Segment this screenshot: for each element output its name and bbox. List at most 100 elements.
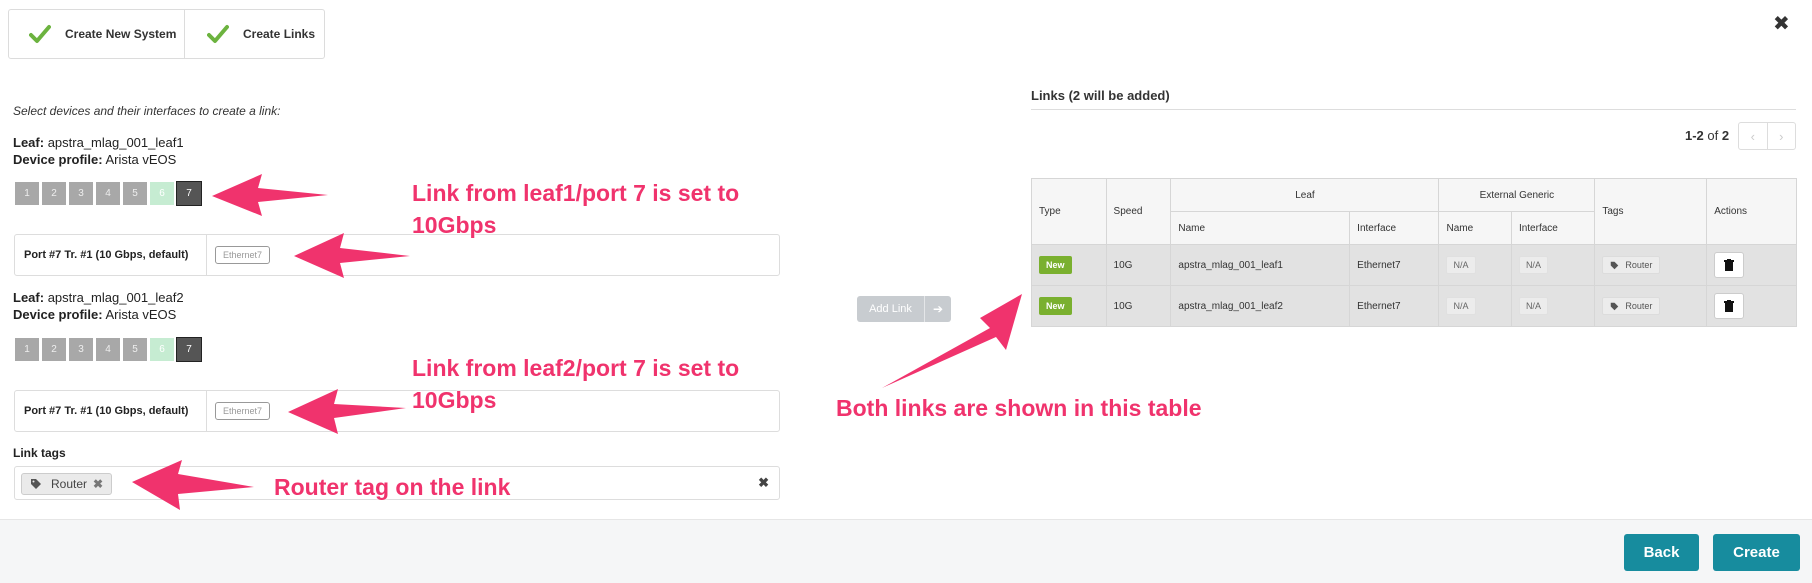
back-button[interactable]: Back: [1624, 534, 1699, 571]
footer-bar: [0, 519, 1812, 583]
step-label: Create Links: [243, 27, 316, 41]
table-row: New 10G apstra_mlag_001_leaf2 Ethernet7 …: [1031, 285, 1797, 327]
device-profile: Arista vEOS: [105, 152, 177, 167]
tag-chip: Router: [1602, 256, 1661, 274]
links-title: Links (2 will be added): [1031, 88, 1170, 103]
port-button[interactable]: 4: [95, 337, 121, 362]
pagination-controls: ‹ ›: [1738, 122, 1796, 150]
arrow-right-icon: ➔: [932, 302, 944, 316]
new-badge: New: [1039, 297, 1072, 315]
port-button[interactable]: 6: [149, 337, 175, 362]
header-tags: Tags: [1594, 178, 1708, 245]
header-type: Type: [1031, 178, 1107, 245]
header-actions: Actions: [1706, 178, 1797, 245]
add-link-label: Add Link: [857, 296, 925, 322]
role-label: Leaf:: [13, 135, 45, 150]
port-button-selected[interactable]: 7: [176, 337, 202, 362]
annotation-line: Link from leaf1/port 7 is set to: [412, 180, 740, 206]
header-leaf-interface: Interface: [1349, 211, 1440, 245]
port-button[interactable]: 5: [122, 337, 148, 362]
port-button[interactable]: 3: [68, 337, 94, 362]
port-button[interactable]: 5: [122, 181, 148, 206]
annotation-line: Link from leaf2/port 7 is set to: [412, 355, 740, 381]
cell-speed: 10G: [1105, 244, 1172, 286]
add-link-button[interactable]: Add Link ➔: [857, 296, 951, 322]
annotation-line: 10Gbps: [412, 387, 497, 413]
delete-button[interactable]: [1714, 252, 1745, 278]
cell-ext-interface: N/A: [1518, 256, 1548, 274]
chevron-right-icon[interactable]: ›: [1768, 123, 1796, 149]
header-leaf-name: Name: [1170, 211, 1351, 245]
port-selector-leaf2: 1 2 3 4 5 6 7: [14, 337, 203, 362]
interface-select[interactable]: Ethernet7: [215, 402, 271, 420]
port-button-selected[interactable]: 7: [176, 181, 202, 206]
step-label: Create New System: [65, 27, 177, 41]
instructions-text: Select devices and their interfaces to c…: [13, 104, 281, 118]
pagination-summary: 1-2 of 2: [1685, 128, 1729, 143]
annotation-leaf1: Link from leaf1/port 7 is set to 10Gbps: [412, 177, 739, 241]
checkmark-icon: [207, 25, 229, 43]
clear-tags-icon[interactable]: ✖: [758, 475, 769, 491]
device-name: apstra_mlag_001_leaf2: [47, 290, 184, 305]
cell-ext-name: N/A: [1446, 256, 1476, 274]
step-create-new-system[interactable]: Create New System: [9, 10, 185, 58]
close-icon[interactable]: ✖: [1773, 14, 1790, 34]
port-button[interactable]: 6: [149, 181, 175, 206]
annotation-tag: Router tag on the link: [274, 474, 511, 500]
create-button[interactable]: Create: [1713, 534, 1800, 571]
checkmark-icon: [29, 25, 51, 43]
remove-tag-icon[interactable]: ✖: [93, 477, 103, 491]
port-button[interactable]: 2: [41, 181, 67, 206]
port-row-label: Port #7 Tr. #1 (10 Gbps, default): [15, 235, 207, 275]
header-external-generic: External Generic: [1438, 178, 1596, 212]
tag-label: Router: [1625, 301, 1653, 311]
annotation-leaf2: Link from leaf2/port 7 is set to 10Gbps: [412, 352, 739, 416]
port-button[interactable]: 4: [95, 181, 121, 206]
port-selector-leaf1: 1 2 3 4 5 6 7: [14, 181, 203, 206]
step-create-links[interactable]: Create Links: [185, 10, 324, 58]
cell-ext-interface: N/A: [1518, 297, 1548, 315]
trash-icon: [1724, 259, 1735, 271]
chevron-left-icon[interactable]: ‹: [1739, 123, 1768, 149]
wizard-steps: Create New System Create Links: [8, 9, 325, 59]
divider: [1031, 109, 1796, 110]
pagination-of: of: [1707, 128, 1719, 143]
device-info-leaf1: Leaf: apstra_mlag_001_leaf1 Device profi…: [13, 134, 184, 168]
arrow-leaf1-ports: [212, 174, 328, 216]
port-button[interactable]: 2: [41, 337, 67, 362]
tag-icon: [1611, 302, 1619, 310]
header-ext-name: Name: [1438, 211, 1512, 245]
tag-chip-label: Router: [51, 477, 88, 491]
port-row-label: Port #7 Tr. #1 (10 Gbps, default): [15, 391, 207, 431]
cell-ext-name: N/A: [1446, 297, 1476, 315]
annotation-line: 10Gbps: [412, 212, 497, 238]
tag-icon: [31, 479, 41, 489]
new-badge: New: [1039, 256, 1072, 274]
interface-select[interactable]: Ethernet7: [215, 246, 271, 264]
tag-label: Router: [1625, 260, 1653, 270]
profile-label: Device profile:: [13, 152, 103, 167]
link-tags-label: Link tags: [13, 446, 66, 460]
tag-chip[interactable]: Router ✖: [21, 473, 113, 495]
header-speed: Speed: [1105, 178, 1172, 245]
port-button[interactable]: 3: [68, 181, 94, 206]
cell-leaf-name: apstra_mlag_001_leaf2: [1170, 285, 1351, 327]
cell-speed: 10G: [1105, 285, 1172, 327]
links-table: Type Speed Leaf External Generic Tags Ac…: [1031, 178, 1797, 327]
delete-button[interactable]: [1714, 293, 1745, 319]
port-button[interactable]: 1: [14, 337, 40, 362]
table-row: New 10G apstra_mlag_001_leaf1 Ethernet7 …: [1031, 244, 1797, 286]
device-name: apstra_mlag_001_leaf1: [47, 135, 184, 150]
header-ext-interface: Interface: [1510, 211, 1596, 245]
pagination-range: 1-2: [1685, 128, 1704, 143]
cell-leaf-name: apstra_mlag_001_leaf1: [1170, 244, 1351, 286]
device-info-leaf2: Leaf: apstra_mlag_001_leaf2 Device profi…: [13, 289, 184, 323]
role-label: Leaf:: [13, 290, 45, 305]
pagination-total: 2: [1721, 128, 1730, 143]
trash-icon: [1724, 300, 1735, 312]
cell-leaf-interface: Ethernet7: [1349, 285, 1440, 327]
tag-chip: Router: [1602, 297, 1661, 315]
port-button[interactable]: 1: [14, 181, 40, 206]
annotation-table: Both links are shown in this table: [836, 395, 1202, 421]
tag-icon: [1611, 261, 1619, 269]
